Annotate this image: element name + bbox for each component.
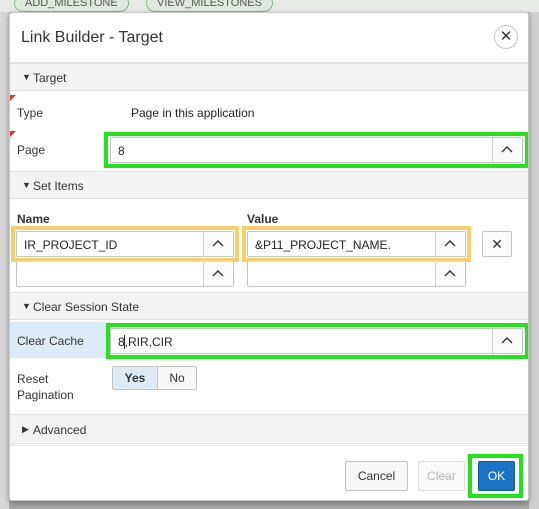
name-column-header: Name <box>17 212 50 226</box>
item-value-lov-button[interactable] <box>435 262 465 286</box>
advanced-region-label: Advanced <box>33 423 87 437</box>
clear-session-region-label: Clear Session State <box>33 300 140 314</box>
target-region-label: Target <box>33 71 67 85</box>
background-right-strip <box>529 12 539 509</box>
dialog-title: Link Builder - Target <box>21 29 163 46</box>
add-milestone-chip: ADD_MILESTONE <box>14 0 129 12</box>
item-value-field-empty[interactable] <box>247 261 466 287</box>
expand-triangle-icon: ▶ <box>22 424 29 434</box>
required-marker <box>10 131 16 137</box>
collapse-triangle-icon: ▼ <box>22 180 31 190</box>
advanced-region-header[interactable]: ▶ Advanced <box>10 414 528 444</box>
dialog-footer: Cancel Clear OK <box>10 445 528 500</box>
chevron-up-icon <box>212 270 224 277</box>
collapse-triangle-icon: ▼ <box>22 72 31 82</box>
cancel-button[interactable]: Cancel <box>345 461 408 491</box>
background-left-strip <box>0 12 9 509</box>
item-name-lov-button[interactable] <box>203 262 233 286</box>
clear-cache-highlight <box>106 323 528 359</box>
page-label: Page <box>17 143 46 157</box>
close-icon: ✕ <box>499 28 513 45</box>
clear-button[interactable]: Clear <box>418 461 465 491</box>
reset-pagination-toggle: Yes No <box>112 366 197 390</box>
reset-pagination-label-line2: Pagination <box>17 388 74 402</box>
required-marker <box>10 95 16 101</box>
item-value-highlight <box>242 226 471 262</box>
link-builder-dialog: Link Builder - Target ✕ ▼ Target Type Pa… <box>9 12 529 501</box>
type-label: Type <box>17 106 44 120</box>
remove-row-button[interactable]: ✕ <box>482 231 512 257</box>
clear-cache-label: Clear Cache <box>17 334 84 348</box>
dialog-header: Link Builder - Target ✕ <box>10 13 528 63</box>
set-items-region-label: Set Items <box>33 179 84 193</box>
collapse-triangle-icon: ▼ <box>22 301 31 311</box>
clear-session-region-header[interactable]: ▼ Clear Session State <box>10 292 528 320</box>
reset-yes-option[interactable]: Yes <box>113 367 158 389</box>
reset-pagination-label-line1: Reset <box>17 372 49 386</box>
view-milestones-chip: VIEW_MILESTONES <box>146 0 273 12</box>
item-name-field-empty[interactable] <box>16 261 234 287</box>
close-button[interactable]: ✕ <box>494 25 518 49</box>
value-column-header: Value <box>247 212 279 226</box>
target-region-header[interactable]: ▼ Target <box>10 63 528 91</box>
page-highlight <box>104 132 528 168</box>
chevron-up-icon <box>444 270 456 277</box>
item-name-highlight <box>11 226 239 262</box>
ok-highlight <box>468 454 523 498</box>
type-value: Page in this application <box>131 106 255 120</box>
set-items-region-header[interactable]: ▼ Set Items <box>10 171 528 199</box>
close-icon: ✕ <box>491 236 503 252</box>
reset-no-option[interactable]: No <box>158 367 196 389</box>
